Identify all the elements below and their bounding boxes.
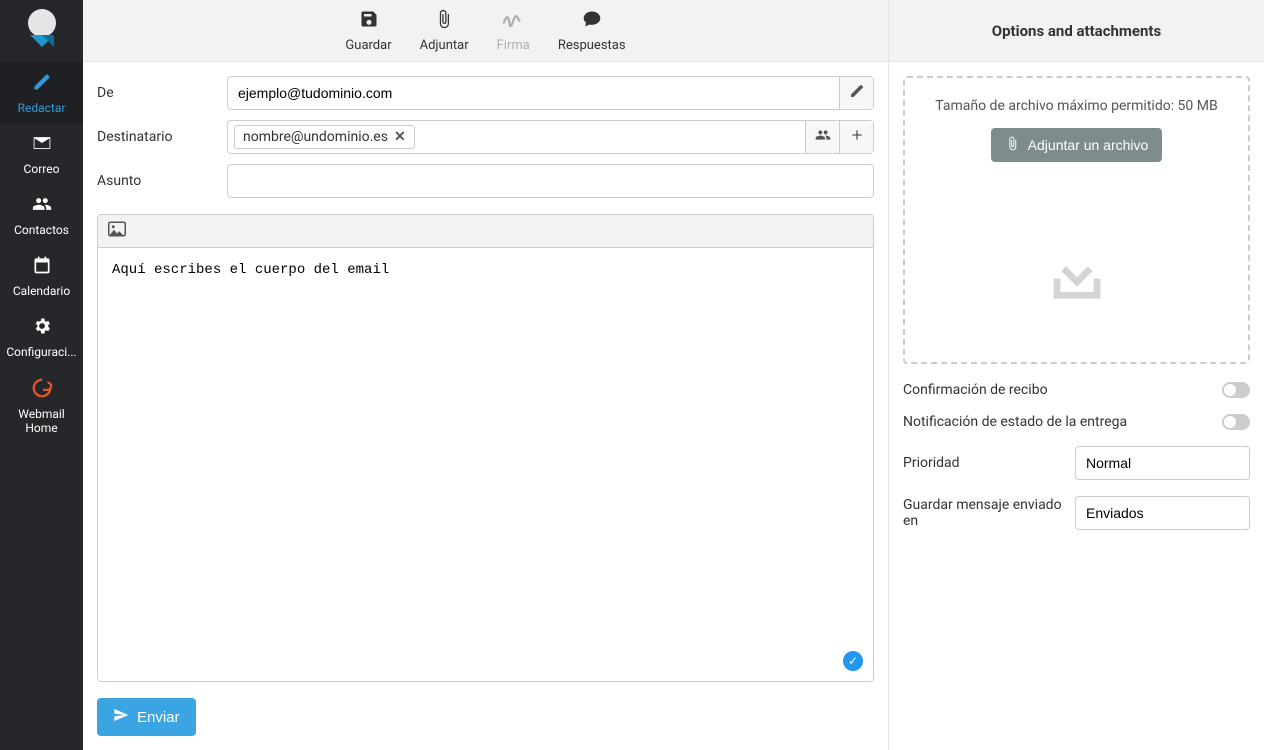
pencil-icon [849,83,865,103]
receipt-row: Confirmación de recibo [903,382,1250,398]
save-button[interactable]: Guardar [345,9,391,53]
dsn-label: Notificación de estado de la entrega [903,414,1222,430]
responses-button[interactable]: Respuestas [558,9,626,53]
paperclip-icon [1005,136,1020,154]
paperclip-icon [434,9,454,34]
dsn-toggle[interactable] [1222,414,1250,430]
from-input[interactable] [228,85,839,101]
save-sent-label: Guardar mensaje enviado en [903,497,1075,529]
options-body: Tamaño de archivo máximo permitido: 50 M… [889,62,1264,560]
signature-button: Firma [497,9,530,53]
sidebar-item-contacts[interactable]: Contactos [0,184,83,245]
sidebar-item-calendar[interactable]: Calendario [0,245,83,306]
from-row: De [97,76,874,110]
calendar-icon [32,255,52,280]
recipient-chip[interactable]: nombre@undominio.es ✕ [234,125,415,149]
toolbar-label: Respuestas [558,38,626,53]
max-size-label: Tamaño de archivo máximo permitido: 50 M… [917,98,1236,114]
sidebar-item-mail[interactable]: Correo [0,123,83,184]
sidebar-item-label: Calendario [4,284,79,298]
plus-icon [849,127,865,147]
save-icon [359,9,379,34]
sidebar-item-webmail-home[interactable]: Webmail Home [0,367,83,444]
contacts-icon [32,194,52,219]
remove-recipient-icon[interactable]: ✕ [394,129,406,145]
send-button-label: Enviar [137,709,180,726]
save-sent-select[interactable] [1075,496,1250,530]
sidebar-item-label: Redactar [4,101,79,115]
priority-row: Prioridad [903,446,1250,480]
sidebar-item-label: Contactos [4,223,79,237]
subject-label: Asunto [97,173,227,189]
editor-toolbar[interactable] [98,215,873,248]
sidebar-item-label: Correo [4,162,79,176]
save-sent-row: Guardar mensaje enviado en [903,496,1250,530]
sidebar-item-label: Configuraci... [4,345,79,359]
main-pane: Guardar Adjuntar Firma Respuestas De [83,0,889,750]
from-input-group [227,76,874,110]
sidebar: Redactar Correo Contactos Calendario Con… [0,0,83,750]
edit-identity-button[interactable] [839,77,873,109]
body-textarea[interactable] [98,248,873,681]
sidebar-item-compose[interactable]: Redactar [0,62,83,123]
signature-icon [502,9,524,34]
priority-select[interactable] [1075,446,1250,480]
subject-row: Asunto [97,164,874,198]
send-button[interactable]: Enviar [97,698,196,736]
spellcheck-badge[interactable]: ✓ [843,651,863,671]
send-icon [113,707,129,727]
mail-icon [32,133,52,158]
subject-input[interactable] [228,173,873,189]
options-pane: Options and attachments Tamaño de archiv… [889,0,1264,750]
dsn-row: Notificación de estado de la entrega [903,414,1250,430]
recipient-chip-label: nombre@undominio.es [243,129,388,145]
options-title: Options and attachments [889,0,1264,62]
toolbar-label: Adjuntar [420,38,469,53]
gear-icon [32,316,52,341]
image-icon [108,225,126,241]
add-contact-button[interactable] [805,121,839,153]
dropzone-download-icon [917,232,1236,312]
priority-label: Prioridad [903,455,1075,471]
app-logo [0,0,83,62]
attach-file-button[interactable]: Adjuntar un archivo [991,128,1163,162]
sidebar-item-label: Webmail Home [4,408,79,436]
check-icon: ✓ [848,654,858,668]
toolbar-label: Firma [497,38,530,53]
toolbar-label: Guardar [345,38,391,53]
attachment-dropzone[interactable]: Tamaño de archivo máximo permitido: 50 M… [903,76,1250,364]
attach-file-label: Adjuntar un archivo [1028,137,1149,153]
contacts-icon [815,127,831,147]
attach-button[interactable]: Adjuntar [420,9,469,53]
comment-icon [582,9,602,34]
add-header-button[interactable] [839,121,873,153]
compose-icon [32,72,52,97]
compose-form: De Destinatario nombre@undominio.es ✕ [83,62,888,750]
to-label: Destinatario [97,129,227,145]
receipt-label: Confirmación de recibo [903,382,1222,398]
to-row: Destinatario nombre@undominio.es ✕ [97,120,874,154]
receipt-toggle[interactable] [1222,382,1250,398]
editor: ✓ [97,214,874,682]
to-input-group[interactable]: nombre@undominio.es ✕ [227,120,874,154]
subject-input-group [227,164,874,198]
sidebar-item-settings[interactable]: Configuraci... [0,306,83,367]
compose-toolbar: Guardar Adjuntar Firma Respuestas [83,0,888,62]
cpanel-icon [31,377,53,404]
from-label: De [97,85,227,101]
